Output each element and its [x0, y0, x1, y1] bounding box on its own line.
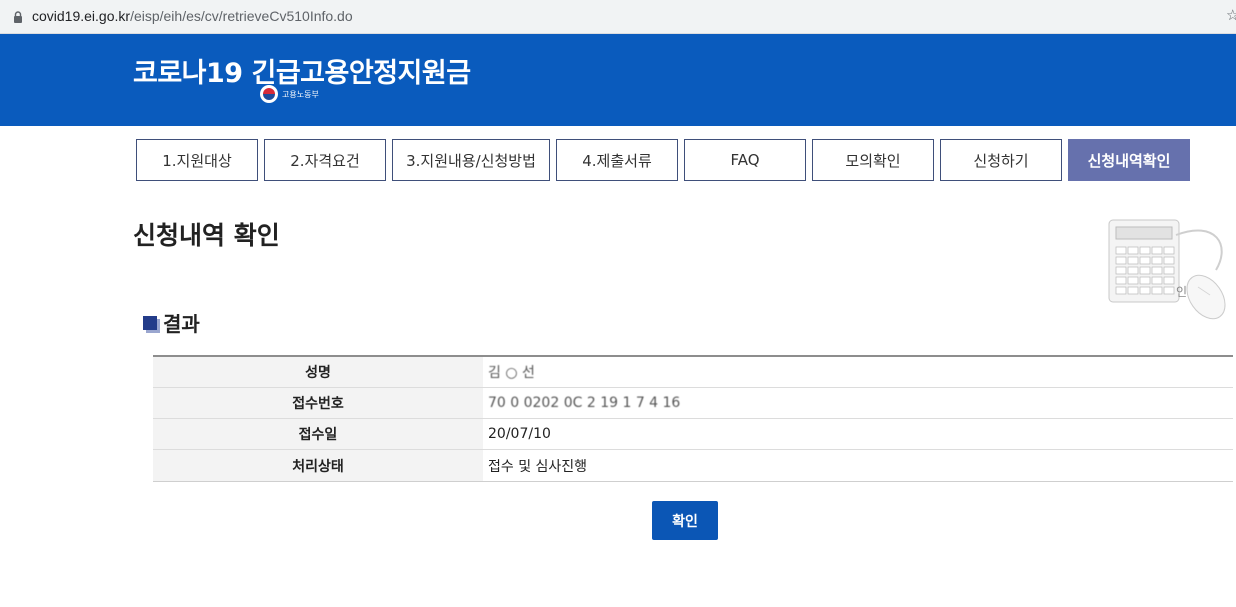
url-text[interactable]: covid19.ei.go.kr/eisp/eih/es/cv/retrieve…: [32, 8, 353, 24]
site-banner: 코로나19 긴급고용안정지원금 고용노동부: [0, 34, 1236, 126]
result-table: 성명 김 ○ 선 접수번호 70 0 0202 0C 2 19 1 7 4 16…: [153, 355, 1233, 482]
url-host: covid19.ei.go.kr: [32, 8, 131, 24]
value-status: 접수 및 심사진행: [488, 458, 588, 475]
page-title: 신청내역 확인: [133, 221, 280, 250]
section-title: 결과: [163, 312, 200, 336]
value-receipt-number: 70 0 0202 0C 2 19 1 7 4 16: [488, 395, 681, 411]
ministry-logo: 고용노동부: [260, 84, 319, 104]
lock-icon: [14, 11, 22, 23]
tab-application-status[interactable]: 신청내역확인: [1068, 139, 1190, 181]
table-row: 접수번호 70 0 0202 0C 2 19 1 7 4 16: [153, 388, 1233, 419]
table-row: 성명 김 ○ 선: [153, 357, 1233, 388]
value-name: 김 ○ 선: [488, 365, 535, 381]
label-receipt-number: 접수번호: [153, 388, 483, 418]
square-bullet-icon: [143, 315, 157, 330]
tab-support-details[interactable]: 3.지원내용/신청방법: [392, 139, 550, 181]
label-status: 처리상태: [153, 450, 483, 481]
url-path: /eisp/eih/es/cv/retrieveCv510Info.do: [130, 8, 353, 24]
label-receipt-date: 접수일: [153, 419, 483, 449]
tab-faq[interactable]: FAQ: [684, 139, 806, 181]
browser-address-bar[interactable]: covid19.ei.go.kr/eisp/eih/es/cv/retrieve…: [0, 0, 1236, 34]
tab-apply[interactable]: 신청하기: [940, 139, 1062, 181]
confirm-button[interactable]: 확인: [652, 501, 718, 540]
tab-support-target[interactable]: 1.지원대상: [136, 139, 258, 181]
label-name: 성명: [153, 357, 483, 387]
tab-mock-check[interactable]: 모의확인: [812, 139, 934, 181]
section-heading: 결과: [143, 308, 200, 337]
calculator-mouse-icon: [1108, 219, 1226, 320]
star-icon[interactable]: ☆: [1226, 6, 1236, 24]
table-row: 처리상태 접수 및 심사진행: [153, 450, 1233, 481]
taegeuk-emblem-icon: [260, 85, 278, 103]
tab-eligibility[interactable]: 2.자격요건: [264, 139, 386, 181]
ministry-name: 고용노동부: [282, 89, 319, 99]
table-row: 접수일 20/07/10: [153, 419, 1233, 450]
value-receipt-date: 20/07/10: [488, 426, 551, 442]
deco-text: 인: [1176, 285, 1188, 299]
tab-documents[interactable]: 4.제출서류: [556, 139, 678, 181]
